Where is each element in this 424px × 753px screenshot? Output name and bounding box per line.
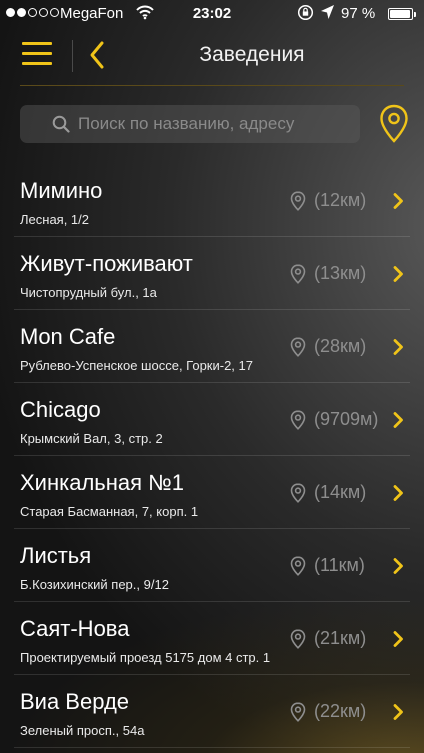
venue-name: Хинкальная №1 <box>20 470 185 495</box>
venue-distance: (21км) <box>314 628 367 648</box>
venue-address: Зеленый просп., 54а <box>20 723 145 738</box>
chevron-right-icon <box>392 703 404 726</box>
venue-address: Старая Басманная, 7, корп. 1 <box>20 504 199 519</box>
chevron-right-icon <box>392 411 404 434</box>
menu-button[interactable] <box>22 42 52 66</box>
venue-name: Живут-поживают <box>20 251 193 276</box>
venue-row[interactable]: Mon Cafe Рублево-Успенское шоссе, Горки-… <box>14 310 410 383</box>
venue-address: Проектируемый проезд 5175 дом 4 стр. 1 <box>20 650 271 665</box>
location-pin-icon <box>290 191 306 216</box>
page-title: Заведения <box>199 43 305 66</box>
venue-row[interactable]: Хинкальная №1 Старая Басманная, 7, корп.… <box>14 456 410 529</box>
venue-name: Виа Верде <box>20 689 130 714</box>
search-bar <box>20 105 360 143</box>
nav-divider <box>72 40 73 72</box>
chevron-right-icon <box>392 630 404 653</box>
search-input[interactable] <box>78 105 353 143</box>
navigation-bar: Заведения <box>0 28 424 86</box>
chevron-right-icon <box>392 265 404 288</box>
venue-row[interactable]: Виа Верде Зеленый просп., 54а (22км) <box>14 675 410 748</box>
location-pin-icon <box>290 629 306 654</box>
venue-distance: (11км) <box>314 555 365 575</box>
venue-list: Мимино Лесная, 1/2 (12км) Живут-поживают… <box>0 164 424 748</box>
venue-row[interactable]: Chicago Крымский Вал, 3, стр. 2 (9709м) <box>14 383 410 456</box>
venue-distance: (13км) <box>314 263 367 283</box>
location-pin-icon <box>290 264 306 289</box>
chevron-right-icon <box>392 192 404 215</box>
chevron-right-icon <box>392 484 404 507</box>
venue-name: Мимино <box>20 178 103 203</box>
venue-distance: (9709м) <box>314 409 379 429</box>
chevron-right-icon <box>392 338 404 361</box>
location-arrow-icon <box>320 4 335 24</box>
location-pin-icon <box>290 556 306 581</box>
venue-row[interactable]: Листья Б.Козихинский пер., 9/12 (11км) <box>14 529 410 602</box>
venue-distance: (14км) <box>314 482 367 502</box>
location-pin-icon <box>290 410 306 435</box>
map-pin-icon <box>380 104 408 143</box>
map-button[interactable] <box>378 104 410 144</box>
status-bar: MegaFon 23:02 97 % <box>0 0 424 28</box>
venue-row[interactable]: Мимино Лесная, 1/2 (12км) <box>14 164 410 237</box>
venue-distance: (22км) <box>314 701 367 721</box>
venue-address: Крымский Вал, 3, стр. 2 <box>20 431 163 446</box>
chevron-right-icon <box>392 557 404 580</box>
venue-name: Саят-Нова <box>20 616 130 641</box>
location-pin-icon <box>290 702 306 727</box>
venue-row[interactable]: Живут-поживают Чистопрудный бул., 1а (13… <box>14 237 410 310</box>
battery-icon <box>388 8 416 20</box>
venue-name: Mon Cafe <box>20 324 116 349</box>
venue-address: Лесная, 1/2 <box>20 212 90 227</box>
venue-name: Chicago <box>20 397 101 422</box>
nav-underline <box>20 85 404 86</box>
rotation-lock-icon <box>297 4 314 25</box>
venue-address: Б.Козихинский пер., 9/12 <box>20 577 169 592</box>
search-icon <box>52 115 70 138</box>
venue-address: Рублево-Успенское шоссе, Горки-2, 17 <box>20 358 253 373</box>
venue-row[interactable]: Саят-Нова Проектируемый проезд 5175 дом … <box>14 602 410 675</box>
location-pin-icon <box>290 483 306 508</box>
venue-distance: (12км) <box>314 190 367 210</box>
venue-address: Чистопрудный бул., 1а <box>20 285 157 300</box>
battery-percent: 97 % <box>341 5 376 22</box>
location-pin-icon <box>290 337 306 362</box>
venue-distance: (28км) <box>314 336 367 356</box>
venue-name: Листья <box>20 543 92 568</box>
